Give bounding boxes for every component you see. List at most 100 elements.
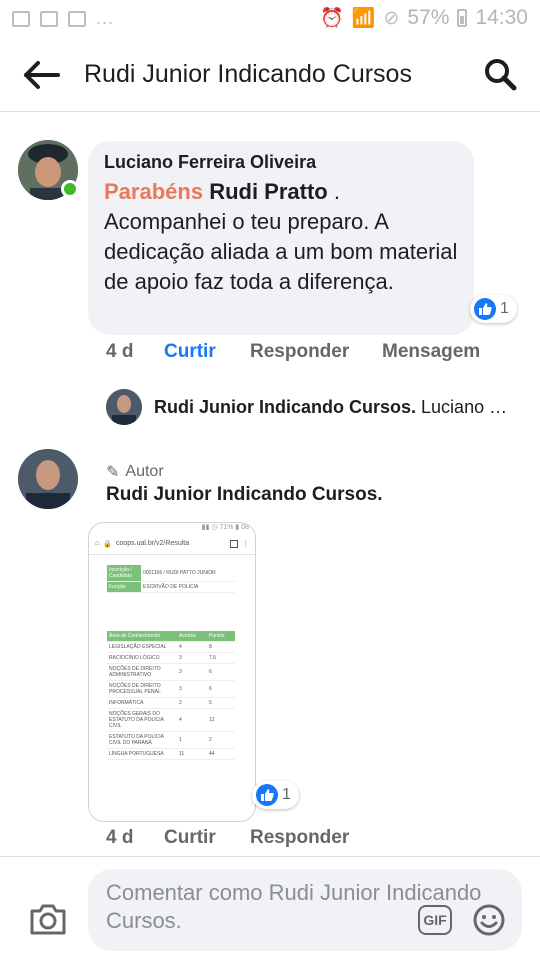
table-row: LÍNGUA PORTUGUESA 11 44 [107,748,235,760]
comment-time: 4 d [106,827,134,848]
arrow-left-icon [24,61,60,89]
image-icon [12,10,30,27]
thumb-header: Acertos [177,631,207,642]
comment-author[interactable]: Luciano Ferreira Oliveira [104,151,458,173]
thumb-cell: 7,5 [206,652,235,664]
thumb-header: Pontos [206,631,235,642]
thumb-value: ESCRIVÃO DE POLÍCIA [141,581,235,593]
dnd-icon: ⊘ [383,7,400,29]
thumb-cell: 5 [206,697,235,709]
comment-time: 4 d [106,341,134,362]
reply-author-name[interactable]: Rudi Junior Indicando Cursos. [106,484,383,506]
author-badge: ✎ Autor [106,462,164,482]
camera-button[interactable] [28,901,68,937]
more-icon: ... [96,8,115,28]
thumb-url-bar: ⌂ 🔒 coops.ual.br/v2/Resulta ⋮ [89,533,255,555]
online-status-icon [61,180,79,198]
emoji-button[interactable] [472,903,506,937]
reaction-count: 1 [500,300,509,317]
thumb-label: Inscrição / Candidato [107,565,141,582]
author-badge-label: Autor [125,463,164,480]
thumb-cell: 44 [206,748,235,760]
reaction-count: 1 [282,786,291,803]
battery-icon [457,9,468,27]
app-header: Rudi Junior Indicando Cursos [0,38,540,112]
search-button[interactable] [482,56,518,92]
reply-preview-text: Rudi Junior Indicando Cursos. Luciano Fe… [154,397,514,418]
more-icon: ⋮ [242,540,249,548]
reply-button[interactable]: Responder [250,341,382,363]
thumb-cell: 6 [206,663,235,681]
thumb-info-table: Inscrição / Candidato 0001166 / RUDI PAT… [107,565,235,593]
thumb-cell: 2 [177,697,207,709]
comment-bubble[interactable]: Luciano Ferreira Oliveira Parabéns Rudi … [88,141,474,335]
thumb-cell: ESTATUTO DA POLÍCIA CIVIL DO PARANÁ [107,731,177,749]
thumb-cell: 6 [206,680,235,698]
tabs-icon [230,539,238,548]
attached-screenshot[interactable]: ▮▮ ◷ 71% ▮ 08 ⌂ 🔒 coops.ual.br/v2/Result… [88,522,256,822]
thumb-cell: LÍNGUA PORTUGUESA [107,748,177,760]
thumb-status-bar: ▮▮ ◷ 71% ▮ 08 [201,524,249,531]
gif-button[interactable]: GIF [418,905,452,935]
table-row: NOÇÕES DE DIREITO ADMINISTRATIVO 3 6 [107,663,235,681]
thumb-cell: RACIOCÍNIO LÓGICO [107,652,177,664]
emoji-icon [473,904,505,936]
back-button[interactable] [22,58,62,92]
reply-actions: 4 d Curtir Responder [106,827,349,849]
comment-text: Parabéns Rudi Pratto . Acompanhei o teu … [104,177,458,297]
comment-highlight: Parabéns [104,179,204,204]
clock: 14:30 [475,6,528,29]
thumb-label: Função [107,581,141,593]
facebook-icon [68,10,86,27]
table-row: INFORMÁTICA 2 5 [107,697,235,709]
thumb-cell: NOÇÕES DE DIREITO PROCESSUAL PENAL [107,680,177,698]
table-row: NOÇÕES DE DIREITO PROCESSUAL PENAL 3 6 [107,680,235,698]
like-icon [256,784,278,806]
thumb-header: Área de Conhecimento [107,631,177,642]
thumb-value: 0001166 / RUDI PATTO JUNIOR [141,565,235,582]
avatar [106,389,142,425]
thumb-cell: 4 [177,708,207,732]
comment-input[interactable]: Comentar como Rudi Junior Indicando Curs… [88,869,522,951]
reply-snippet: Luciano Ferreira Oliveira [421,397,514,417]
message-button[interactable]: Mensagem [382,341,480,363]
thumb-results-table: Área de Conhecimento Acertos Pontos LEGI… [107,631,235,760]
pencil-icon: ✎ [106,464,120,481]
comment-composer: Comentar como Rudi Junior Indicando Curs… [0,856,540,960]
like-button[interactable]: Curtir [164,827,250,849]
thumb-cell: NOÇÕES DE DIREITO ADMINISTRATIVO [107,663,177,681]
camera-icon [30,904,66,935]
wifi-icon: 📶 [351,8,376,29]
thumb-cell: 3 [177,652,207,664]
home-icon: ⌂ [95,540,100,547]
thumb-cell: 2 [206,731,235,749]
thumb-cell: 3 [177,680,207,698]
thumb-cell: 1 [177,731,207,749]
comment-actions: 4 d Curtir Responder Mensagem [106,341,480,363]
reaction-badge[interactable]: 1 [252,781,299,809]
thumb-cell: 8 [206,641,235,653]
lock-icon: 🔒 [103,540,112,548]
page-title: Rudi Junior Indicando Cursos [84,60,412,88]
reply-author: Rudi Junior Indicando Cursos. [154,397,417,417]
thumb-url: coops.ual.br/v2/Resulta [115,540,190,547]
reply-button[interactable]: Responder [250,827,349,849]
table-row: RACIOCÍNIO LÓGICO 3 7,5 [107,652,235,664]
avatar[interactable] [18,449,78,509]
reaction-badge[interactable]: 1 [470,295,517,323]
thumb-cell: 4 [177,641,207,653]
gallery-icon [40,10,58,27]
thumb-cell: LEGISLAÇÃO ESPECIAL [107,641,177,653]
thumb-cell: NOÇÕES GERAIS DO ESTATUTO DA POLÍCIA CIV… [107,708,177,732]
thumb-cell: 12 [206,708,235,732]
table-row: ESTATUTO DA POLÍCIA CIVIL DO PARANÁ 1 2 [107,731,235,749]
battery-text: 57% [407,6,450,29]
reply-preview[interactable]: Rudi Junior Indicando Cursos. Luciano Fe… [106,389,516,425]
status-bar: ... ⏰ 📶 ⊘ 57% 14:30 [0,0,540,38]
like-button[interactable]: Curtir [164,341,250,363]
like-icon [474,298,496,320]
comment-mention[interactable]: Rudi Pratto [209,179,328,204]
table-row: NOÇÕES GERAIS DO ESTATUTO DA POLÍCIA CIV… [107,708,235,732]
alarm-icon: ⏰ [320,8,344,29]
table-row: LEGISLAÇÃO ESPECIAL 4 8 [107,641,235,653]
